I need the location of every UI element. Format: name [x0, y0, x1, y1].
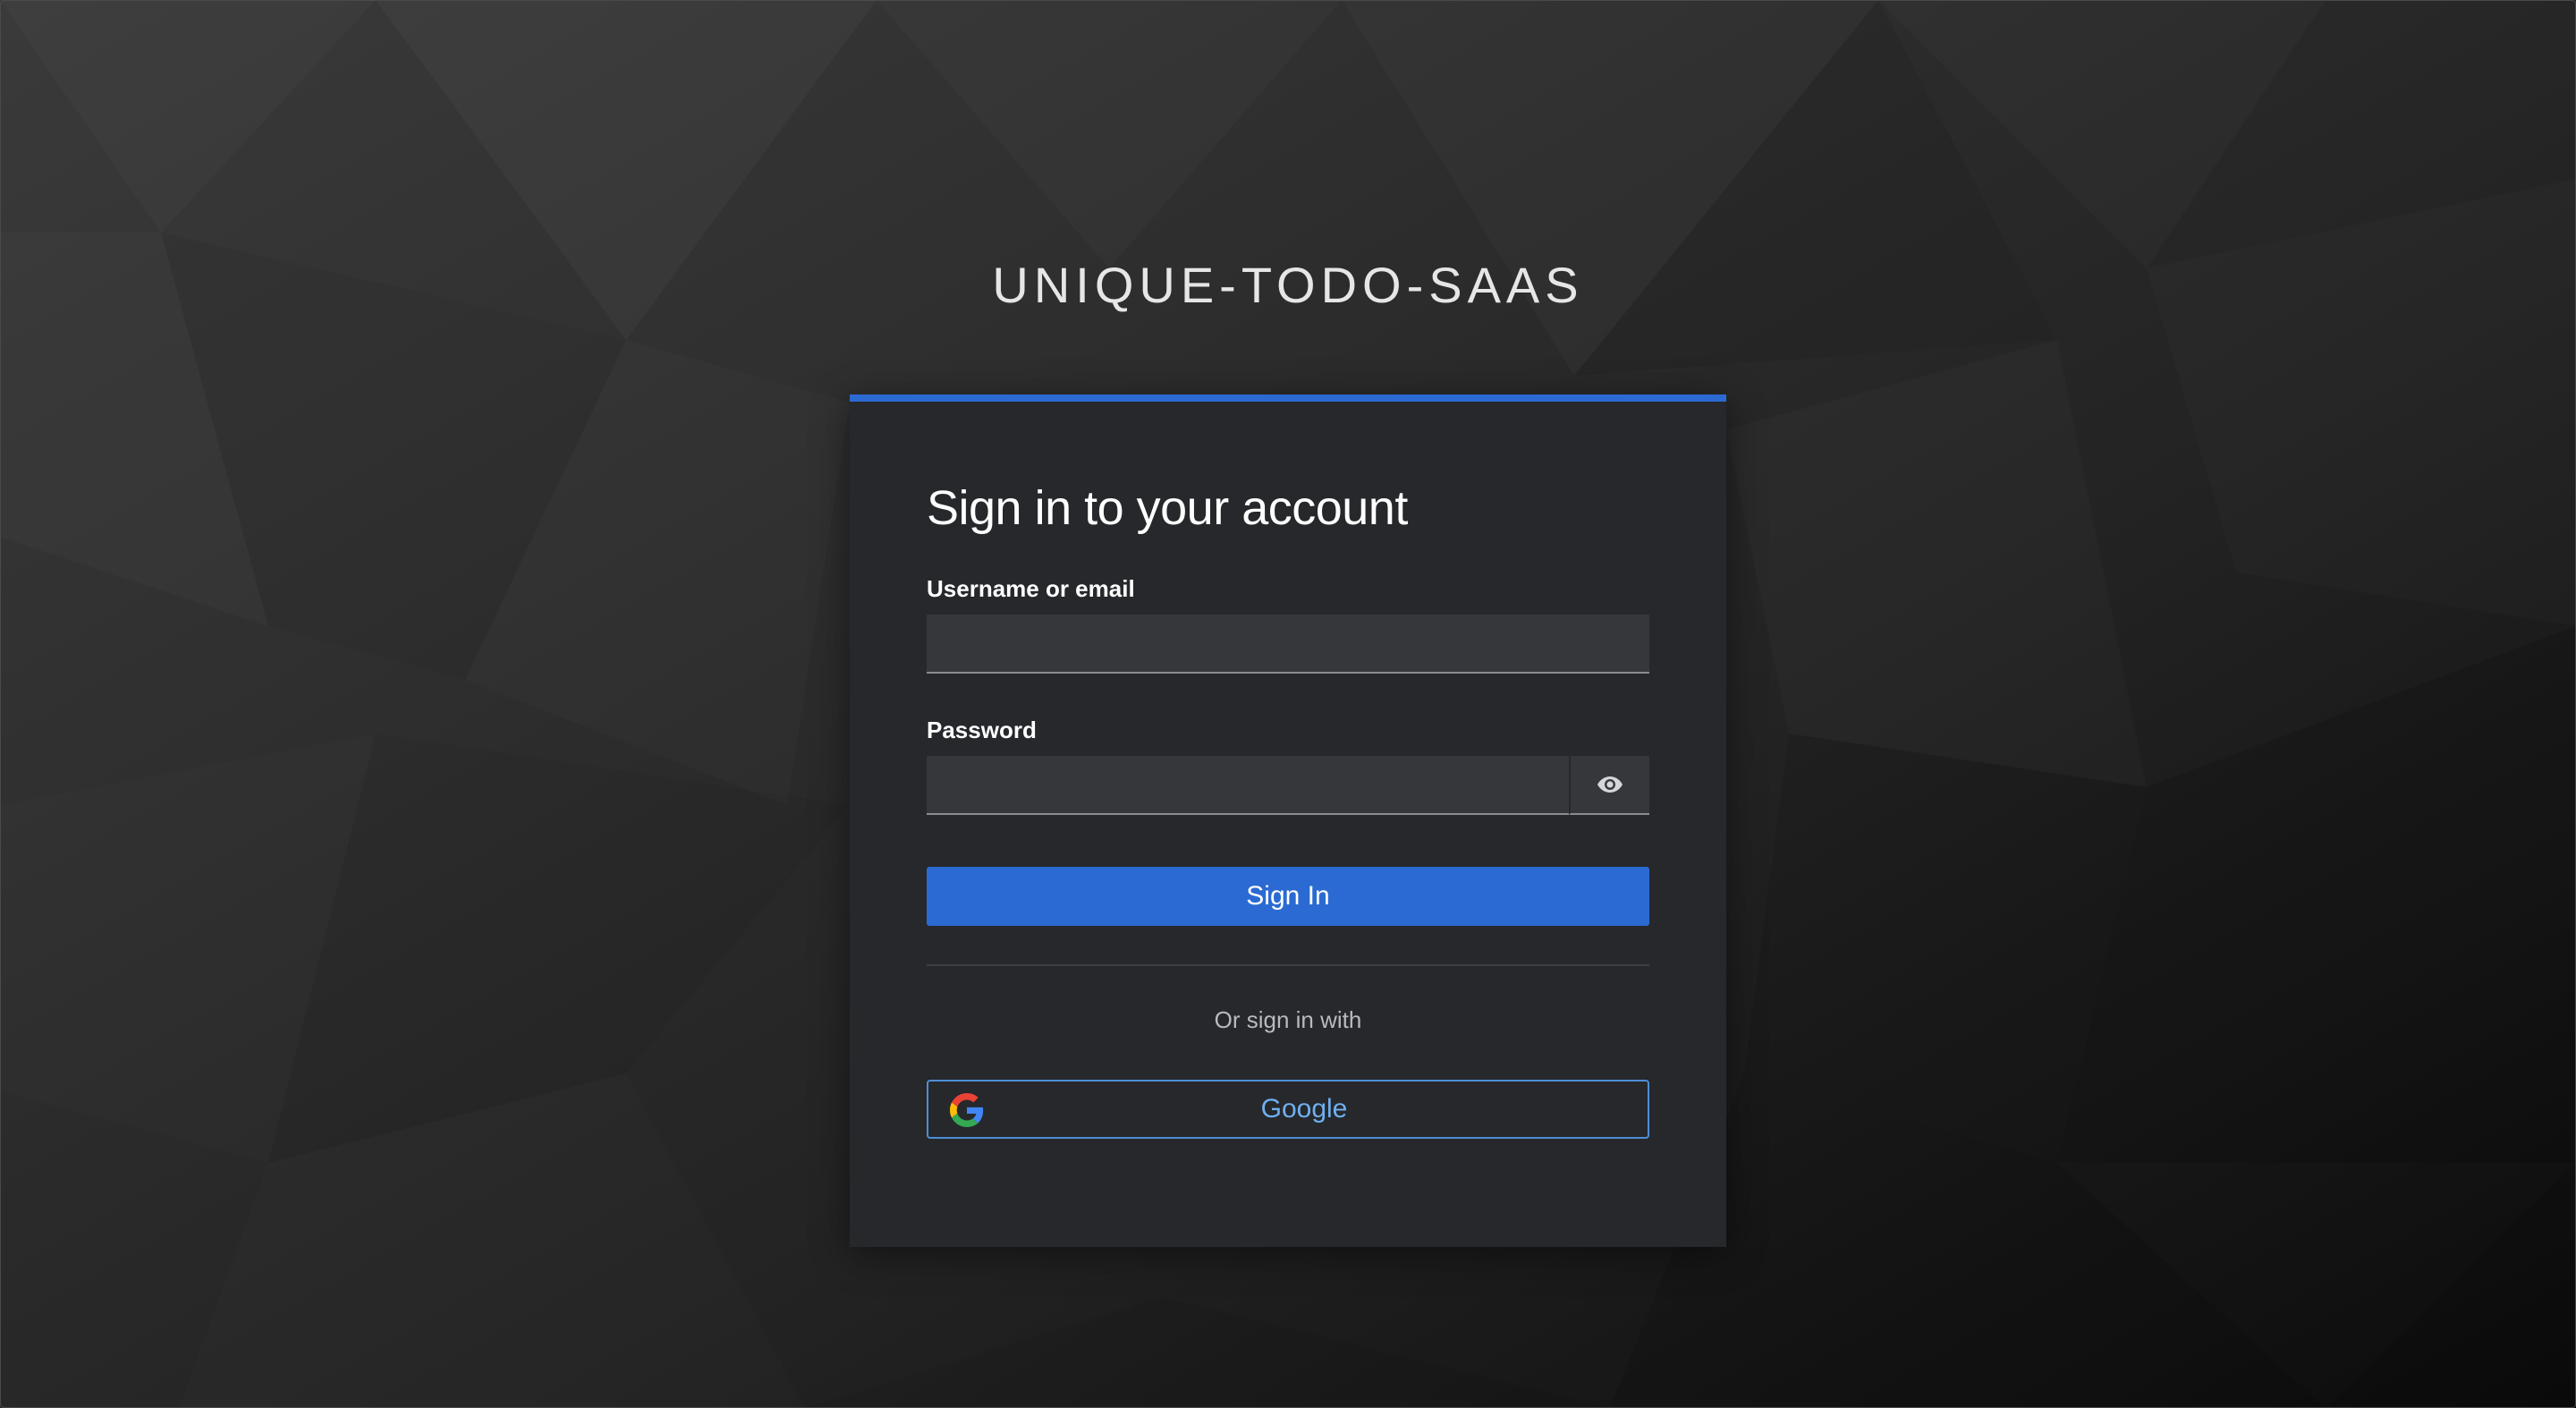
brand-title: UNIQUE-TODO-SAAS [992, 257, 1584, 313]
username-label: Username or email [927, 575, 1135, 602]
password-input[interactable] [927, 756, 1569, 815]
page-title: Sign in to your account [927, 481, 1408, 535]
google-sign-in-button[interactable]: Google [927, 1080, 1649, 1139]
username-input[interactable] [927, 615, 1649, 674]
eye-icon [1597, 776, 1623, 793]
login-card: Sign in to your account Username or emai… [850, 394, 1726, 1247]
sign-in-button[interactable]: Sign In [927, 867, 1649, 926]
show-password-button[interactable] [1569, 756, 1649, 815]
password-label: Password [927, 717, 1037, 743]
google-button-label: Google [1260, 1094, 1348, 1124]
divider [927, 964, 1649, 966]
alt-sign-in-text: Or sign in with [1214, 1006, 1362, 1033]
